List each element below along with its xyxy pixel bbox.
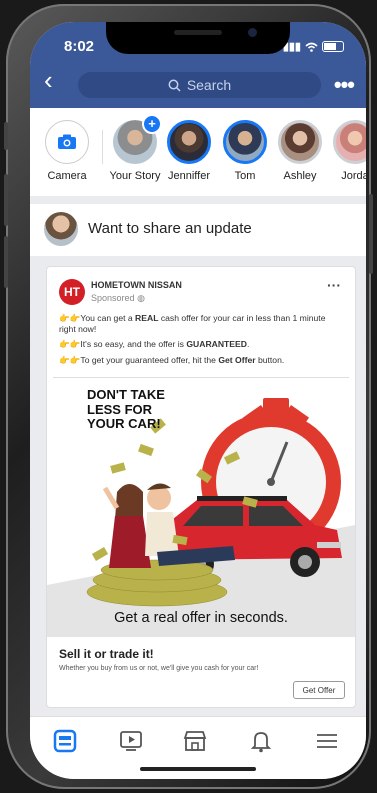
- front-camera: [248, 28, 257, 37]
- story-tom[interactable]: Tom: [216, 120, 274, 182]
- stories-tray: Camera + Your Story Jenniffer Tom Ashley: [30, 108, 366, 196]
- story-label: Jorda: [341, 170, 366, 182]
- status-icons: ▮▮▮: [283, 40, 344, 53]
- marketplace-icon[interactable]: [182, 729, 212, 755]
- story-label: Camera: [47, 170, 87, 182]
- divider: [102, 130, 103, 164]
- power-button: [369, 194, 373, 274]
- link-card[interactable]: Sell it or trade it! Whether you buy fro…: [47, 637, 355, 707]
- post-text: 👉👉You can get a REAL cash offer for your…: [59, 313, 344, 370]
- post-line: 👉👉You can get a REAL cash offer for your…: [59, 313, 326, 335]
- story-label: Ashley: [283, 170, 317, 182]
- status-composer[interactable]: Want to share an update: [30, 204, 366, 256]
- ad-headline: DON'T TAKE LESS FOR YOUR CAR!: [87, 387, 165, 432]
- home-indicator: [140, 767, 256, 771]
- page-name[interactable]: HOMETOWN NISSAN: [91, 280, 182, 290]
- volume-up-button: [4, 174, 8, 226]
- bottom-nav: [30, 716, 366, 779]
- search-placeholder: Search: [186, 77, 232, 93]
- story-label: Tom: [234, 170, 256, 182]
- speaker: [174, 30, 222, 35]
- card-title: Sell it or trade it!: [59, 647, 154, 661]
- ad-tagline: Get a real offer in seconds.: [114, 610, 288, 626]
- news-feed-icon[interactable]: [52, 729, 82, 755]
- globe-icon: ◍: [137, 293, 145, 303]
- search-input[interactable]: Search: [78, 72, 321, 98]
- story-ashley[interactable]: Ashley: [271, 120, 329, 182]
- search-icon: [168, 79, 181, 92]
- volume-down-button: [4, 236, 8, 288]
- bell-icon[interactable]: [248, 729, 278, 755]
- pointing-hand-icon: 👉👉: [59, 313, 81, 323]
- more-icon[interactable]: •••: [334, 72, 355, 98]
- avatar: [278, 120, 322, 164]
- battery-icon: [322, 41, 344, 52]
- sponsored-post: HT HOMETOWN NISSAN Sponsored ◍ ··· 👉👉You…: [46, 266, 356, 708]
- sponsored-label: Sponsored ◍: [91, 293, 145, 303]
- avatar: [333, 120, 366, 164]
- story-jenniffer[interactable]: Jenniffer: [160, 120, 218, 182]
- composer-prompt: Want to share an update: [88, 220, 252, 237]
- camera-icon: [45, 120, 89, 164]
- notch: [106, 22, 290, 54]
- screen: 8:02 ▮▮▮ ‹ Search ••• Camera + Your Stor…: [30, 22, 366, 779]
- avatar: [223, 120, 267, 164]
- story-label: Your Story: [109, 170, 161, 182]
- post-line: 👉👉To get your guaranteed offer, hit the …: [59, 354, 285, 365]
- watch-icon[interactable]: [118, 729, 148, 755]
- post-line: 👉👉It's so easy, and the offer is GUARANT…: [59, 339, 250, 350]
- get-offer-button[interactable]: Get Offer: [293, 681, 345, 699]
- pointing-hand-icon: 👉👉: [59, 339, 81, 350]
- story-camera[interactable]: Camera: [38, 120, 96, 182]
- post-more-icon[interactable]: ···: [327, 277, 341, 293]
- avatar: [44, 212, 78, 246]
- back-arrow-icon[interactable]: ‹: [44, 67, 53, 93]
- wifi-icon: [305, 42, 318, 52]
- add-story-icon: +: [142, 114, 162, 134]
- money-pile: [86, 559, 228, 607]
- mute-switch: [4, 122, 8, 150]
- menu-icon[interactable]: [314, 729, 344, 755]
- avatar: [167, 120, 211, 164]
- page-logo[interactable]: HT: [59, 279, 85, 305]
- card-subtitle: Whether you buy from us or not, we'll gi…: [59, 665, 259, 672]
- status-time: 8:02: [64, 38, 95, 55]
- pointing-hand-icon: 👉👉: [59, 354, 81, 365]
- story-jorda[interactable]: Jorda: [326, 120, 366, 182]
- story-your-story[interactable]: + Your Story: [106, 114, 164, 182]
- phone-frame: 8:02 ▮▮▮ ‹ Search ••• Camera + Your Stor…: [4, 4, 373, 789]
- story-label: Jenniffer: [168, 170, 210, 182]
- ad-creative[interactable]: DON'T TAKE LESS FOR YOUR CAR! Get a real…: [47, 380, 355, 637]
- divider: [53, 377, 349, 378]
